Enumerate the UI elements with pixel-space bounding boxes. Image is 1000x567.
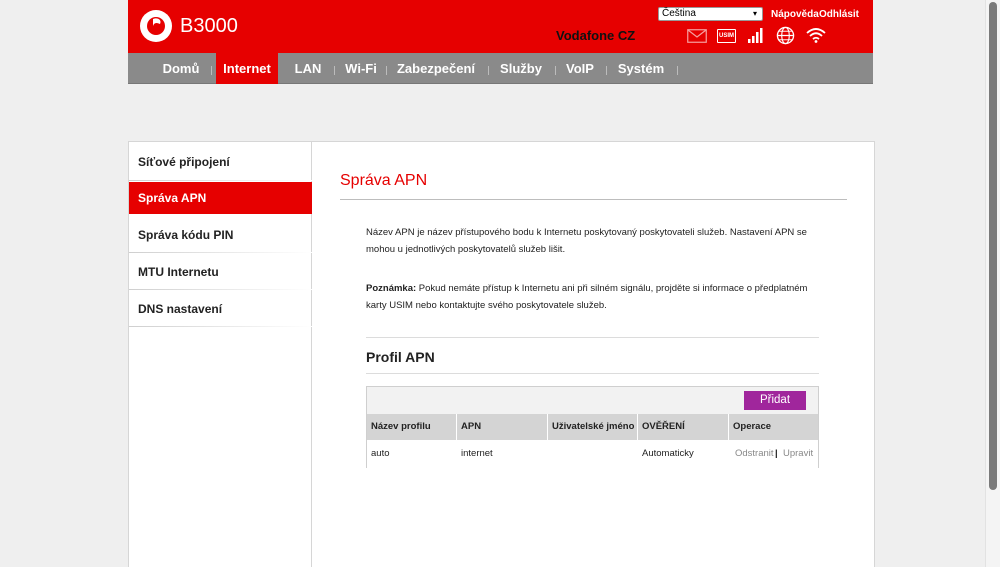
chevron-down-icon: ▾ [752, 9, 757, 18]
column-header-auth: OVĚŘENÍ [642, 421, 685, 432]
logout-link[interactable]: Odhlásit [819, 9, 859, 20]
sidebar-item-network-connection[interactable]: Síťové připojení [129, 146, 312, 178]
section-divider [366, 373, 819, 374]
column-header-profile-name: Název profilu [371, 421, 431, 432]
nav-item-voip[interactable]: VoIP [561, 53, 599, 84]
main-nav: Domů Internet LAN Wi-Fi Zabezpečení Služ… [128, 53, 873, 84]
scrollbar-thumb[interactable] [989, 2, 997, 490]
apn-note: Poznámka: Pokud nemáte přístup k Interne… [366, 280, 826, 314]
title-divider [340, 199, 847, 200]
sidebar-item-pin-management[interactable]: Správa kódu PIN [129, 219, 312, 251]
nav-item-home[interactable]: Domů [158, 53, 204, 84]
apn-description: Název APN je název přístupového bodu k I… [366, 227, 807, 255]
sidebar: Síťové připojení Správa APN Správa kódu … [129, 142, 312, 567]
nav-item-services[interactable]: Služby [495, 53, 547, 84]
cell-username [548, 440, 552, 468]
nav-item-wifi[interactable]: Wi-Fi [340, 53, 382, 84]
delete-link[interactable]: Odstranit [735, 440, 774, 468]
nav-item-system[interactable]: Systém [613, 53, 669, 84]
note-text: Pokud nemáte přístup k Internetu ani při… [366, 283, 808, 311]
column-header-apn: APN [461, 421, 482, 432]
note-label: Poznámka: [366, 283, 417, 294]
nav-separator [211, 66, 212, 75]
page-title: Správa APN [340, 172, 428, 189]
sidebar-separator [129, 180, 312, 181]
operation-separator: | [775, 448, 778, 459]
edit-link[interactable]: Upravit [783, 440, 813, 468]
sidebar-item-mtu[interactable]: MTU Internetu [129, 256, 312, 288]
main-content: Správa APN Název APN je název přístupové… [313, 142, 874, 567]
column-header-operations: Operace [733, 421, 772, 432]
apn-profile-table: Přidat Název profilu APN Uživatelské jmé… [366, 386, 819, 468]
usim-icon: USIM [717, 29, 736, 43]
nav-item-security[interactable]: Zabezpečení [393, 53, 479, 84]
content-panel: Síťové připojení Správa APN Správa kódu … [128, 141, 875, 567]
table-row: auto internet Automaticky Odstranit | Up… [367, 440, 818, 468]
cell-auth: Automaticky [642, 448, 694, 459]
nav-item-lan[interactable]: LAN [288, 53, 328, 84]
header-bar: B3000 Čeština ▾ Nápověda Odhlásit Vodafo… [128, 0, 873, 53]
add-profile-button[interactable]: Přidat [744, 391, 806, 410]
sidebar-separator [129, 326, 312, 327]
sidebar-separator [129, 252, 312, 253]
nav-separator [677, 66, 678, 75]
mail-icon[interactable] [687, 29, 707, 43]
nav-separator [386, 66, 387, 75]
table-toolbar: Přidat [367, 387, 818, 414]
page-scrollbar[interactable] [985, 0, 1000, 567]
sidebar-item-dns[interactable]: DNS nastavení [129, 293, 312, 325]
language-value: Čeština [662, 8, 696, 19]
column-header-username: Uživatelské jméno [552, 421, 635, 432]
nav-separator [606, 66, 607, 75]
device-name: B3000 [180, 15, 238, 37]
cell-profile-name: auto [371, 448, 390, 459]
wifi-icon [806, 28, 826, 43]
section-divider [366, 337, 819, 338]
nav-separator [555, 66, 556, 75]
globe-icon [776, 26, 795, 45]
language-select[interactable]: Čeština ▾ [658, 7, 763, 21]
nav-separator [488, 66, 489, 75]
nav-separator [334, 66, 335, 75]
vodafone-logo-icon [140, 10, 172, 42]
signal-strength-icon [748, 28, 763, 43]
help-link[interactable]: Nápověda [771, 9, 819, 20]
sidebar-separator [129, 289, 312, 290]
operator-name: Vodafone CZ [556, 28, 636, 43]
nav-item-internet[interactable]: Internet [216, 53, 278, 84]
sidebar-item-apn-management[interactable]: Správa APN [129, 182, 312, 214]
table-header: Název profilu APN Uživatelské jméno OVĚŘ… [367, 414, 818, 440]
section-title: Profil APN [366, 349, 435, 365]
cell-apn: internet [461, 448, 493, 459]
